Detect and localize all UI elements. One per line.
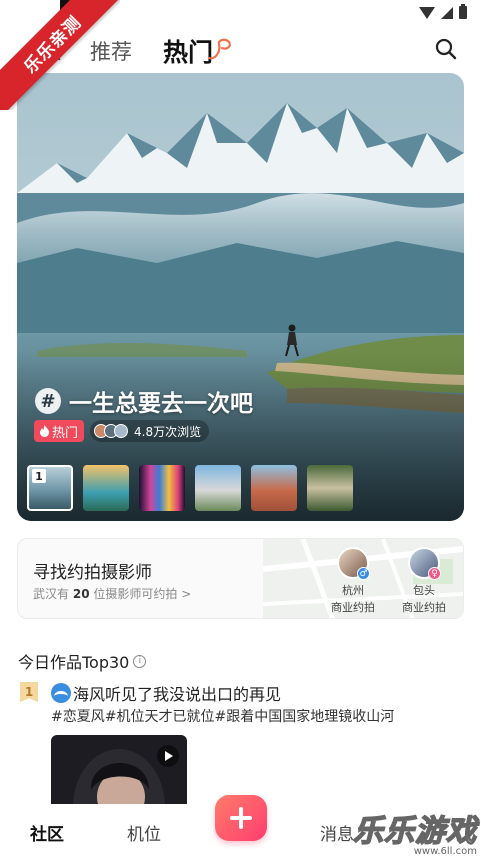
photographer-title: 寻找约拍摄影师: [33, 563, 152, 583]
topic-hash-icon: #: [35, 388, 61, 414]
nav-spots[interactable]: 机位: [127, 820, 161, 845]
tab-active-indicator-icon: [207, 38, 231, 60]
search-icon[interactable]: [435, 38, 457, 60]
views-count: 4.8万次浏览: [134, 424, 202, 439]
watermark-brand: 乐乐游戏: [352, 813, 477, 850]
photographer-count: 20: [72, 587, 90, 601]
views-pill: 4.8万次浏览: [90, 420, 210, 442]
top30-section-title: 今日作品Top30 i: [18, 649, 147, 673]
male-icon: ♂: [357, 567, 370, 580]
chevron-right-icon: >: [181, 587, 192, 601]
photographer-baotou[interactable]: ♀ 包头 商业约拍: [394, 547, 454, 615]
find-photographer-card[interactable]: 寻找约拍摄影师 武汉有 20 位摄影师可约拍 > ♂ 杭州 商业约拍 ♀ 包头 …: [17, 538, 464, 619]
thumbnail-5[interactable]: [251, 465, 297, 511]
nav-community[interactable]: 社区: [30, 820, 64, 845]
play-icon[interactable]: [157, 745, 179, 767]
plus-icon: [230, 807, 252, 829]
ribbon-text: 乐乐亲测: [0, 0, 120, 110]
hero-title: 一生总要去一次吧: [69, 391, 253, 417]
wifi-icon: [419, 6, 435, 19]
thumbnail-2[interactable]: [83, 465, 129, 511]
info-icon[interactable]: i: [133, 654, 147, 668]
thumbnail-strip: 1: [27, 465, 353, 511]
photographer-type: 商业约拍: [331, 601, 375, 614]
thumbnail-3[interactable]: [139, 465, 185, 511]
brand-watermark: 乐乐游戏 www.6ll.com: [352, 806, 477, 856]
watermark-ribbon: 乐乐亲测: [0, 0, 120, 110]
video-thumbnail[interactable]: [51, 735, 187, 805]
photographer-hangzhou[interactable]: ♂ 杭州 商业约拍: [323, 547, 383, 615]
hero-card[interactable]: # 一生总要去一次吧 热门 4.8万次浏览 1: [17, 73, 464, 521]
battery-icon: [459, 4, 467, 19]
female-icon: ♀: [428, 567, 441, 580]
top30-item-title[interactable]: 海风听见了我没说出口的再见: [51, 681, 281, 705]
thumbnail-6[interactable]: [307, 465, 353, 511]
photographer-city: 包头: [413, 584, 435, 597]
avatar: ♀: [408, 547, 441, 580]
nav-messages[interactable]: 消息: [320, 820, 354, 845]
hot-badge-label: 热门: [52, 425, 79, 441]
add-post-button[interactable]: [215, 795, 267, 841]
top30-item-tags[interactable]: #恋夏风#机位天才已就位#跟着中国国家地理镜收山河: [51, 706, 394, 726]
photographer-subtitle[interactable]: 武汉有 20 位摄影师可约拍 >: [33, 585, 191, 602]
flame-icon: [40, 425, 49, 437]
hero-image: [17, 73, 464, 521]
thumbnail-4[interactable]: [195, 465, 241, 511]
wave-icon: [51, 683, 71, 703]
avatar: ♂: [337, 547, 370, 580]
thumbnail-1[interactable]: 1: [27, 465, 73, 511]
photographer-type: 商业约拍: [402, 601, 446, 614]
signal-icon: [441, 6, 453, 19]
photographer-city: 杭州: [342, 584, 364, 597]
hot-badge[interactable]: 热门: [34, 420, 85, 442]
avatar: [114, 424, 129, 438]
thumbnail-index: 1: [32, 469, 46, 483]
rank-badge: 1: [20, 682, 38, 702]
